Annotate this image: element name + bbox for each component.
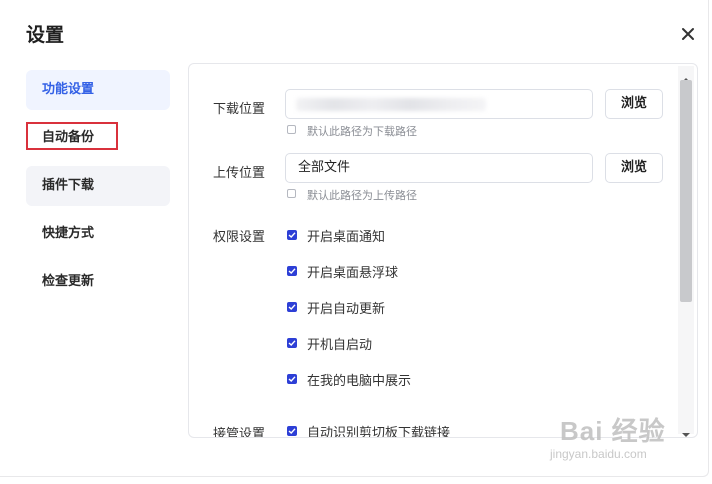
- download-default-checkbox[interactable]: [287, 125, 296, 134]
- check-icon: [288, 376, 296, 382]
- upload-location-label: 上传位置: [213, 166, 266, 181]
- nav-item-feature-settings[interactable]: 功能设置: [26, 70, 170, 110]
- floating-ball-checkbox[interactable]: [287, 266, 297, 276]
- desktop-notification-label: 开启桌面通知: [307, 230, 386, 245]
- download-browse-button[interactable]: 浏览: [605, 89, 663, 119]
- permissions-label: 权限设置: [213, 230, 266, 245]
- download-default-label: 默认此路径为下载路径: [307, 125, 417, 138]
- check-icon: [288, 428, 296, 434]
- auto-start-checkbox[interactable]: [287, 338, 297, 348]
- check-icon: [288, 304, 296, 310]
- nav-item-label: 插件下载: [42, 178, 95, 193]
- auto-start-label: 开机自启动: [307, 338, 373, 353]
- clipboard-link-checkbox[interactable]: [287, 426, 297, 436]
- upload-default-checkbox[interactable]: [287, 189, 296, 198]
- nav-item-label: 自动备份: [42, 130, 95, 145]
- auto-update-label: 开启自动更新: [307, 302, 386, 317]
- nav-item-check-update[interactable]: 检查更新: [26, 262, 170, 302]
- auto-update-checkbox[interactable]: [287, 302, 297, 312]
- show-in-my-computer-checkbox[interactable]: [287, 374, 297, 384]
- nav-item-label: 功能设置: [42, 82, 95, 97]
- baidu-jingyan-watermark: Bai 经验 jingyan.baidu.com: [540, 405, 710, 465]
- nav-item-label: 检查更新: [42, 274, 95, 289]
- upload-browse-button[interactable]: 浏览: [605, 153, 663, 183]
- check-icon: [288, 340, 296, 346]
- upload-default-label: 默认此路径为上传路径: [307, 189, 417, 202]
- download-path-redacted: [296, 98, 486, 111]
- clipboard-link-label: 自动识别剪切板下载链接: [307, 426, 451, 438]
- download-location-label: 下载位置: [213, 102, 266, 117]
- desktop-notification-checkbox[interactable]: [287, 230, 297, 240]
- watermark-url: jingyan.baidu.com: [550, 447, 647, 461]
- watermark-logo-text: Bai 经验: [560, 416, 666, 446]
- scrollbar-thumb[interactable]: [680, 80, 692, 302]
- nav-item-shortcuts[interactable]: 快捷方式: [26, 214, 170, 254]
- upload-path-value: 全部文件: [298, 160, 351, 175]
- nav-item-auto-backup[interactable]: 自动备份: [26, 118, 170, 158]
- settings-panel: 下载位置 浏览 默认此路径为下载路径 上传位置 全部文件 浏览 默认此路径为上传…: [188, 63, 698, 438]
- nav-item-label: 快捷方式: [42, 226, 95, 241]
- upload-path-input[interactable]: 全部文件: [285, 153, 593, 183]
- check-icon: [288, 232, 296, 238]
- show-in-my-computer-label: 在我的电脑中展示: [307, 374, 412, 389]
- download-path-input[interactable]: [285, 89, 593, 119]
- takeover-label: 接管设置: [213, 427, 266, 438]
- settings-nav: 功能设置 自动备份 插件下载 快捷方式 检查更新: [26, 70, 170, 310]
- nav-item-plugin-download[interactable]: 插件下载: [26, 166, 170, 206]
- close-icon[interactable]: [678, 24, 698, 44]
- check-icon: [288, 268, 296, 274]
- dialog-title: 设置: [26, 24, 65, 46]
- floating-ball-label: 开启桌面悬浮球: [307, 266, 399, 281]
